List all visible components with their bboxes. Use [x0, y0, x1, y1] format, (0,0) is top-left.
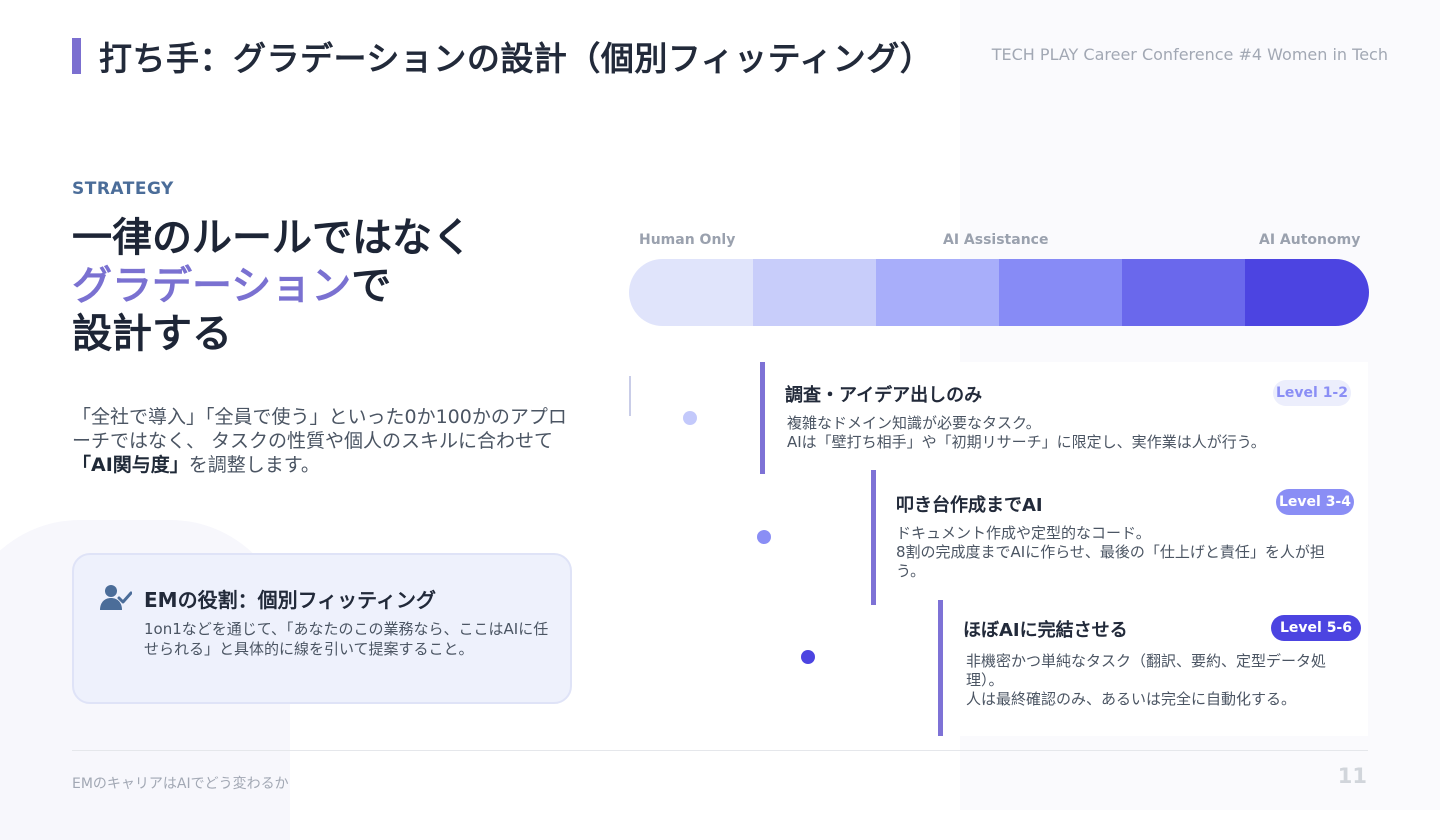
level-card-1: 調査・アイデア出しのみ Level 1-2 複雑なドメイン知識が必要なタスク。 …	[760, 362, 1368, 474]
level-card-2: 叩き台作成までAI Level 3-4 ドキュメント作成や定型的なコード。 8割…	[871, 470, 1368, 605]
conference-name: TECH PLAY Career Conference #4 Women in …	[991, 45, 1388, 64]
scale-label-human-only: Human Only	[639, 232, 736, 248]
headline-gradient-word: グラデーション	[72, 263, 352, 309]
scale-segment-6	[1245, 259, 1369, 326]
level-dot-1	[683, 411, 697, 425]
level-badge-2: Level 3-4	[1276, 489, 1354, 515]
scale-label-ai-autonomy: AI Autonomy	[1259, 232, 1361, 248]
level-dot-2	[757, 530, 771, 544]
footer-divider	[72, 750, 1368, 751]
intro-paragraph: 「全社で導入」「全員で使う」といった0か100かのアプローチではなく、 タスクの…	[72, 405, 572, 477]
headline-line-3: 設計する	[72, 311, 232, 357]
role-card-text: 1on1などを通じて、「あなたのこの業務なら、ここはAIに任せられる」と具体的に…	[144, 620, 549, 658]
footer-title: EMのキャリアはAIでどう変わるか	[72, 776, 289, 792]
connector-line	[629, 376, 631, 416]
level-card-3: ほぼAIに完結させる Level 5-6 非機密かつ単純なタスク（翻訳、要約、定…	[938, 600, 1368, 736]
level-card-1-title: 調査・アイデア出しのみ	[785, 385, 983, 406]
level-dot-3	[801, 650, 815, 664]
level-badge-1: Level 1-2	[1273, 380, 1351, 406]
level-card-1-text: 複雑なドメイン知識が必要なタスク。 AIは「壁打ち相手」や「初期リサーチ」に限定…	[787, 414, 1357, 452]
level-badge-3: Level 5-6	[1271, 615, 1361, 641]
section-eyebrow: STRATEGY	[72, 179, 174, 199]
role-card-title: EMの役割：個別フィッティング	[144, 588, 436, 612]
level-card-3-line-1: 非機密かつ単純なタスク（翻訳、要約、定型データ処理）。	[966, 652, 1327, 689]
scale-segment-4	[999, 259, 1122, 326]
headline: 一律のルールではなく グラデーションで 設計する	[72, 214, 472, 358]
headline-line-1: 一律のルールではなく	[72, 215, 472, 261]
level-card-2-title: 叩き台作成までAI	[896, 495, 1043, 516]
level-card-1-line-1: 複雑なドメイン知識が必要なタスク。	[787, 414, 1041, 432]
level-card-3-text: 非機密かつ単純なタスク（翻訳、要約、定型データ処理）。 人は最終確認のみ、あるい…	[966, 652, 1361, 709]
level-card-1-line-2: AIは「壁打ち相手」や「初期リサーチ」に限定し、実作業は人が行う。	[787, 433, 1266, 451]
level-card-3-line-2: 人は最終確認のみ、あるいは完全に自動化する。	[966, 690, 1297, 708]
scale-segment-5	[1122, 259, 1246, 326]
level-card-2-text: ドキュメント作成や定型的なコード。 8割の完成度までAIに作らせ、最後の「仕上げ…	[896, 524, 1326, 581]
level-card-2-line-1: ドキュメント作成や定型的なコード。	[896, 524, 1151, 542]
scale-segment-3	[876, 259, 999, 326]
level-card-2-line-2: 8割の完成度までAIに作らせ、最後の「仕上げと責任」を人が担う。	[896, 543, 1325, 580]
headline-line-2: グラデーションで	[72, 262, 472, 310]
em-role-card: EMの役割：個別フィッティング 1on1などを通じて、「あなたのこの業務なら、こ…	[72, 553, 572, 704]
page-number: 11	[1337, 764, 1367, 788]
level-card-3-title: ほぼAIに完結させる	[963, 620, 1128, 641]
page-title: 打ち手：グラデーションの設計（個別フィッティング）	[99, 39, 934, 78]
scale-segment-2	[753, 259, 876, 326]
headline-line-2-suffix: で	[351, 263, 392, 309]
user-check-icon	[100, 585, 132, 610]
intro-text: 「全社で導入」「全員で使う」といった0か100かのアプローチではなく、 タスクの…	[72, 406, 567, 452]
title-accent-bar	[72, 38, 81, 74]
intro-text-end: を調整します。	[188, 454, 320, 476]
scale-label-ai-assistance: AI Assistance	[943, 232, 1049, 248]
intro-bold-term: 「AI関与度」	[72, 454, 189, 476]
scale-segment-1	[629, 259, 755, 326]
